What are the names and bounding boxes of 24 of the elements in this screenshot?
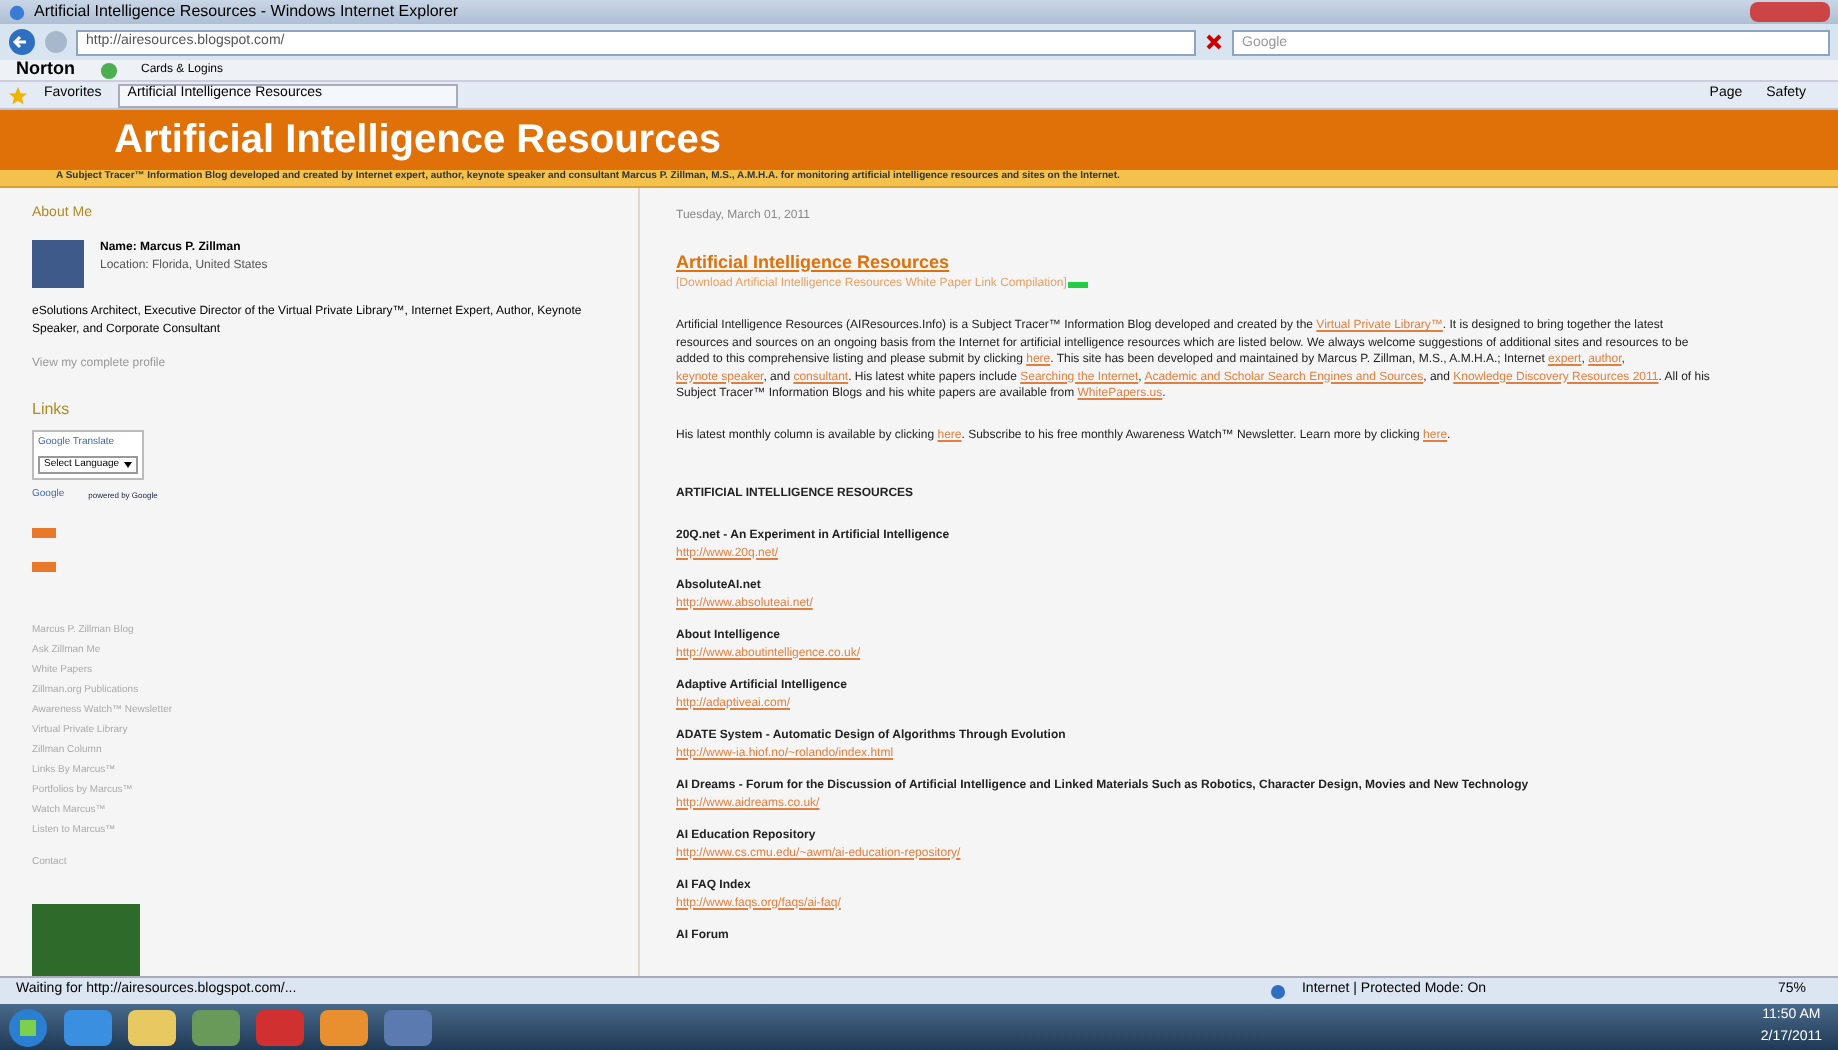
close-icon[interactable] [1204, 32, 1224, 52]
photo-placeholder [32, 240, 84, 288]
taskbar-app-icon[interactable] [128, 1009, 176, 1045]
post-title[interactable]: Artificial Intelligence Resources [676, 249, 1838, 276]
taskbar-app-icon[interactable] [64, 1009, 112, 1045]
badge-image[interactable] [32, 527, 56, 537]
taskbar-app-icon[interactable] [192, 1009, 240, 1045]
window-title: Artificial Intelligence Resources - Windows Internet Explorer [34, 0, 459, 24]
badge-image[interactable] [32, 561, 56, 571]
star-icon[interactable] [8, 85, 28, 105]
window-controls[interactable] [1750, 2, 1830, 22]
back-icon[interactable] [8, 28, 36, 56]
caret-icon [124, 461, 132, 468]
status-icon[interactable] [99, 61, 117, 79]
globe-icon [1269, 983, 1286, 999]
start-icon[interactable] [8, 1007, 48, 1047]
forward-icon[interactable] [44, 30, 68, 54]
browser-icon [8, 3, 26, 21]
book-cover-placeholder [32, 903, 140, 976]
sidebar-heading: Links [32, 398, 72, 422]
toolbar-brand: Norton [16, 56, 75, 83]
blog-title[interactable]: Artificial Intelligence Resources [114, 110, 721, 170]
taskbar-app-icon[interactable] [320, 1009, 368, 1045]
new-badge-image [1068, 282, 1089, 288]
